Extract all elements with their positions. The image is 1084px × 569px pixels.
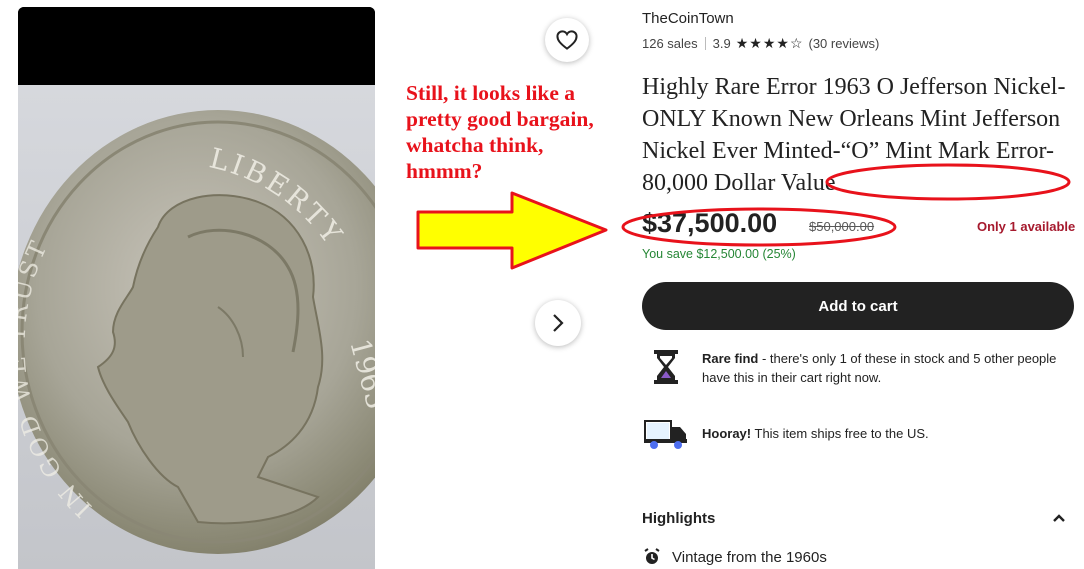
shop-name-link[interactable]: TheCoinTown [642, 10, 734, 27]
listing-title-highlight: 80,000 Dollar Value [642, 170, 836, 196]
alarm-clock-icon [644, 548, 660, 564]
listing-title-text: Highly Rare Error 1963 O Jefferson Nicke… [642, 74, 1066, 164]
sales-count: 126 sales [642, 36, 698, 51]
chevron-up-icon [1053, 514, 1065, 522]
hooray-label: Hooray! [702, 426, 752, 441]
product-image[interactable]: LIBERTY IN GOD WE TRUST 1963 [18, 7, 375, 569]
heart-outline-icon [556, 30, 578, 50]
annotation-text: Still, it looks like a pretty good barga… [406, 81, 594, 183]
hourglass-icon [654, 350, 678, 384]
highlights-toggle[interactable] [1052, 511, 1066, 530]
rating-stars: ★★★★☆ [735, 35, 804, 51]
divider [704, 37, 706, 50]
shop-ratings-row: 126 sales 3.9 ★★★★☆ (30 reviews) [642, 35, 879, 52]
highlight-item: Vintage from the 1960s [642, 548, 827, 566]
delivery-truck-icon [644, 420, 687, 449]
highlight-text: Vintage from the 1960s [672, 548, 827, 566]
next-image-button[interactable] [535, 300, 581, 346]
shipping-text: This item ships free to the US. [751, 426, 929, 441]
add-to-cart-button[interactable]: Add to cart [642, 282, 1074, 330]
listing-title: Highly Rare Error 1963 O Jefferson Nicke… [642, 71, 1082, 199]
annotation-arrow [416, 191, 608, 270]
original-price: $50,000.00 [809, 219, 875, 234]
sale-price: $37,500.00 [642, 208, 778, 238]
free-shipping-notice: Hooray! This item ships free to the US. [642, 418, 1072, 450]
reviews-link[interactable]: (30 reviews) [809, 36, 880, 51]
highlights-heading: Highlights [642, 510, 716, 527]
rating-value: 3.9 [712, 36, 731, 51]
savings-text: You save $12,500.00 (25%) [642, 247, 796, 261]
rare-find-notice: Rare find - there's only 1 of these in s… [642, 349, 1072, 387]
favorite-button[interactable] [545, 18, 589, 62]
availability-badge: Only 1 available [977, 219, 1076, 234]
rare-find-label: Rare find [702, 351, 759, 366]
chevron-right-icon [553, 314, 564, 332]
